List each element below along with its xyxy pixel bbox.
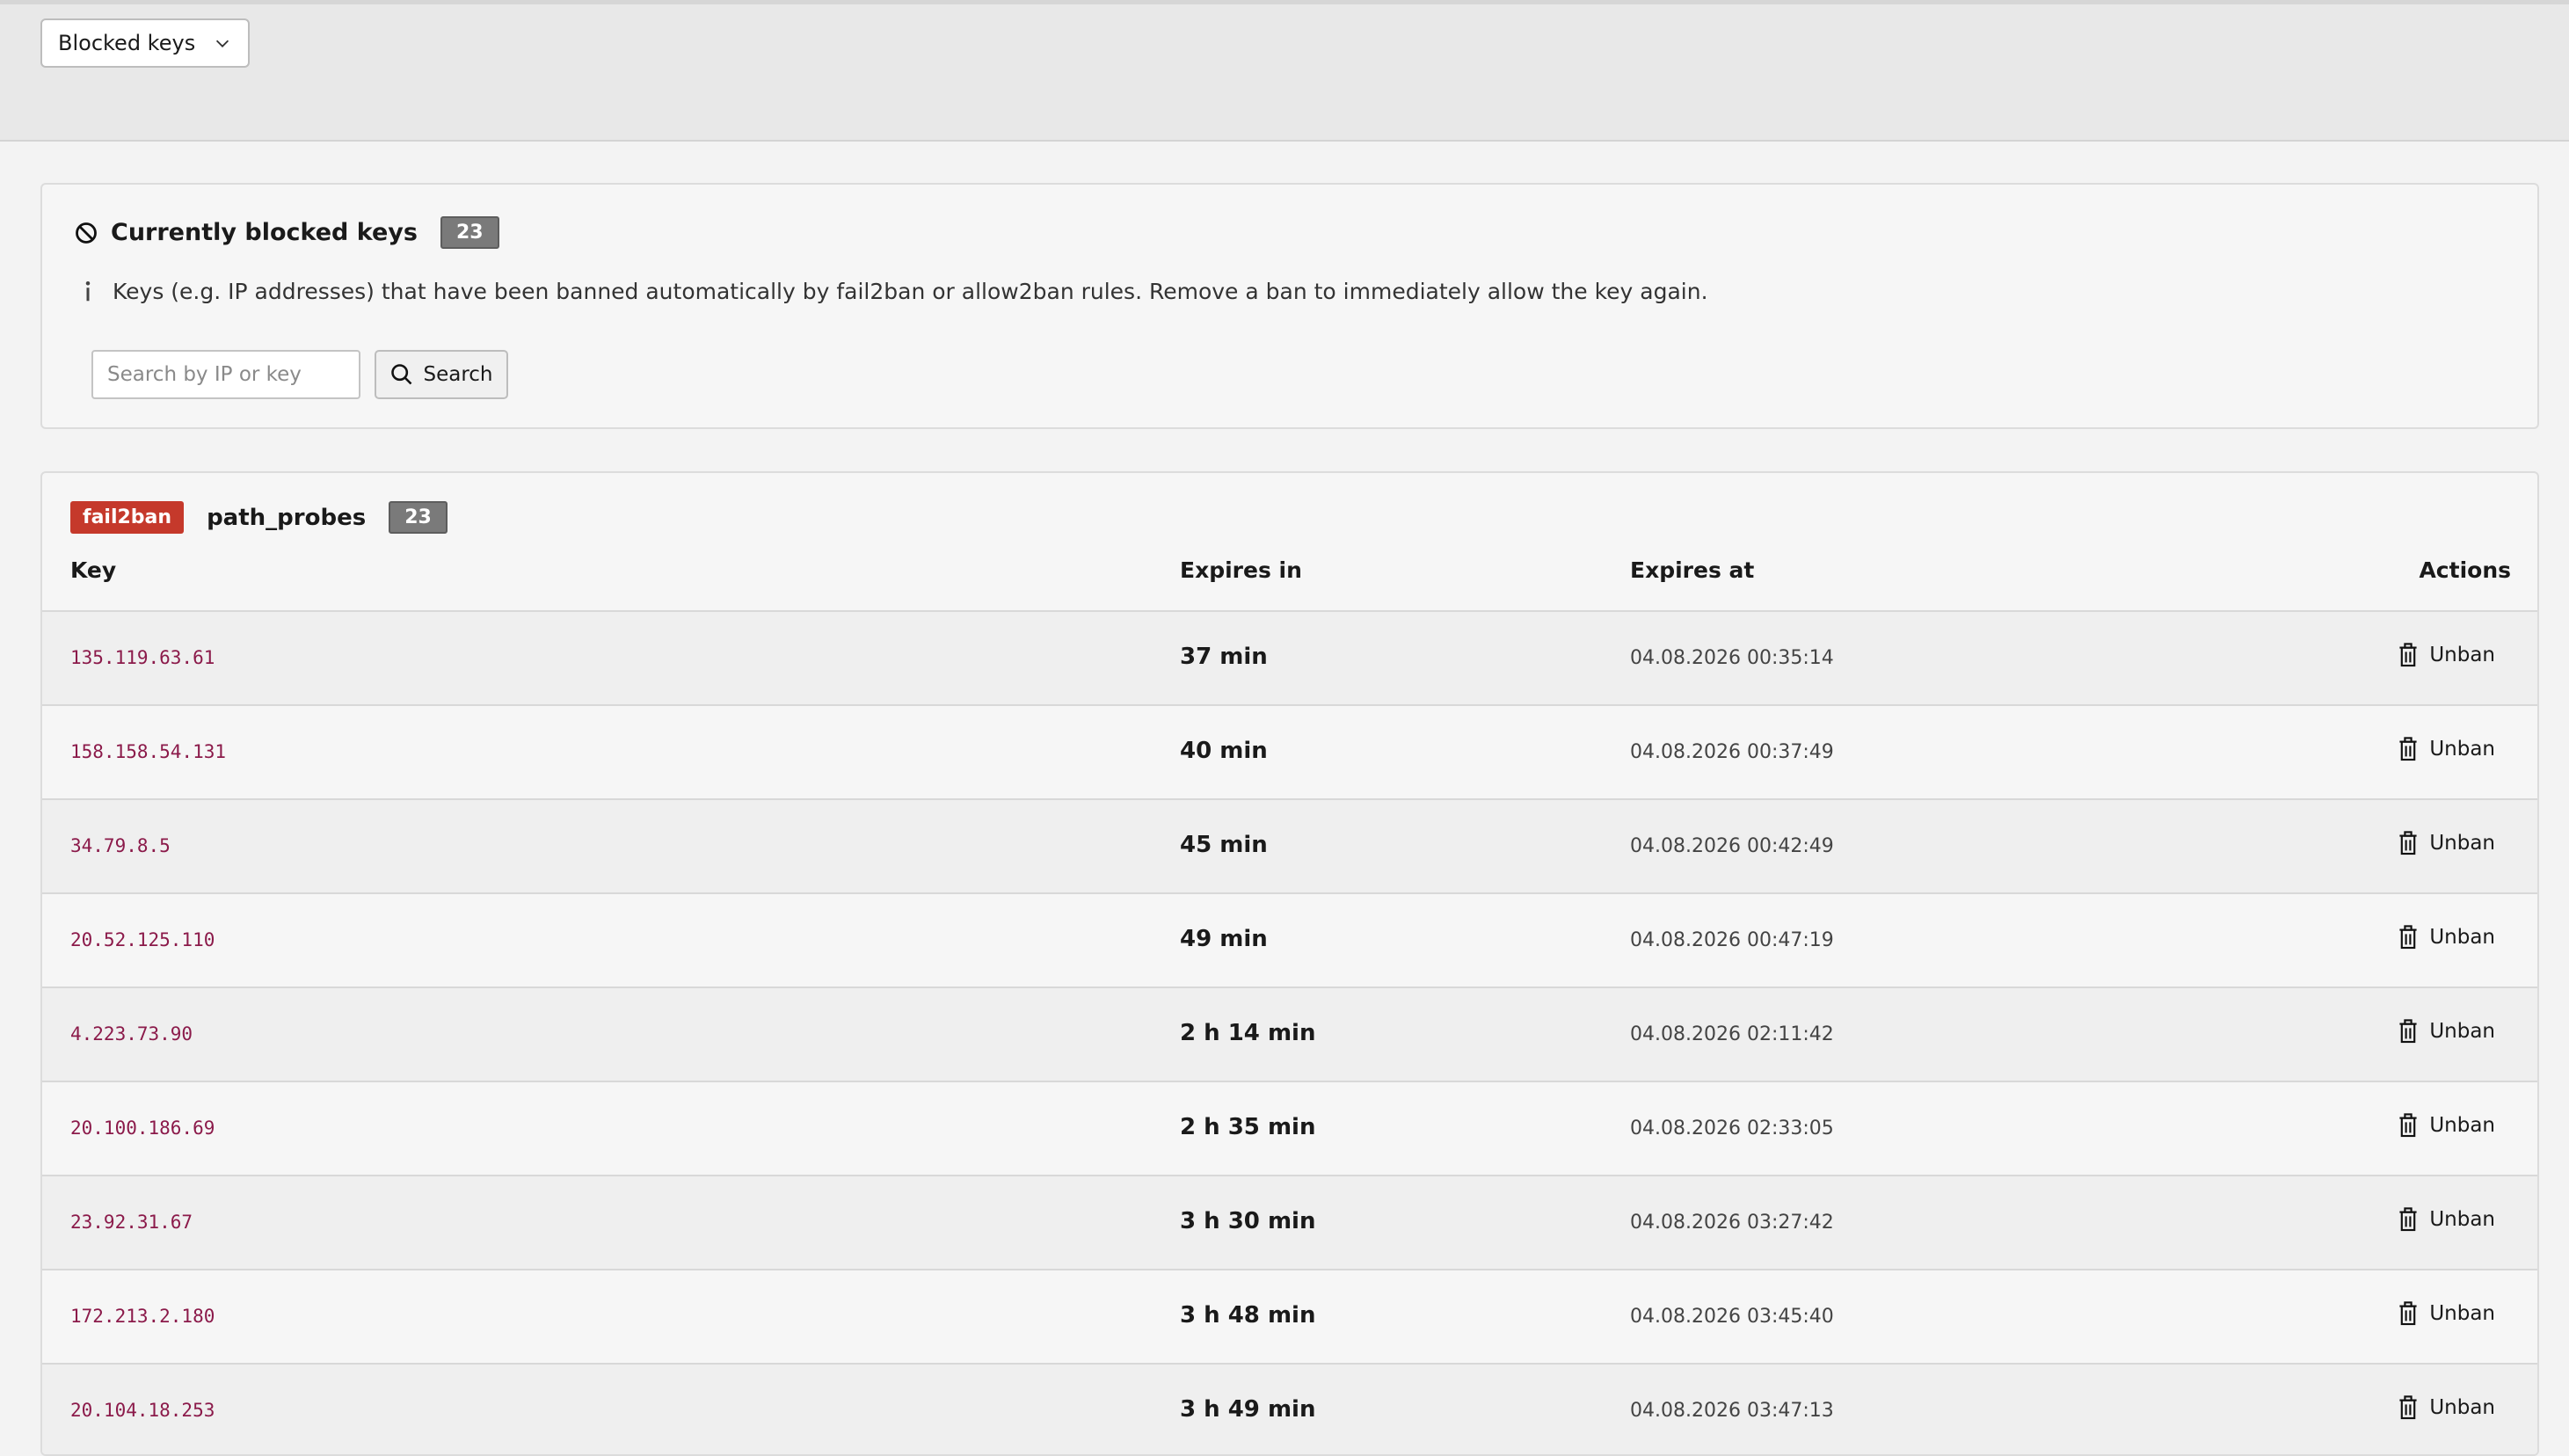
search-icon [391,364,412,385]
expires-in-cell: 2 h 14 min [1180,1020,1316,1046]
unban-button[interactable]: Unban [2398,1018,2495,1045]
trash-icon [2399,643,2417,667]
expires-at-cell: 04.08.2026 02:11:42 [1630,1023,1834,1045]
ban-icon [76,222,97,244]
panel-title: Currently blocked keys [111,219,418,246]
column-header-expires-in: Expires in [1180,557,1302,583]
column-header-expires-at: Expires at [1630,557,1755,583]
info-text: Keys (e.g. IP addresses) that have been … [113,278,1708,304]
trash-icon [2399,1019,2417,1044]
group-header: fail2ban path_probes 23 [70,501,448,534]
expires-in-cell: 40 min [1180,738,1268,764]
unban-label: Unban [2429,1396,2495,1419]
group-name: path_probes [207,504,367,531]
table-row: 34.79.8.5 45 min 04.08.2026 00:42:49 Unb… [42,800,2537,894]
unban-button[interactable]: Unban [2398,1112,2495,1139]
dropdown-label: Blocked keys [58,31,196,55]
table-row: 20.52.125.110 49 min 04.08.2026 00:47:19… [42,894,2537,988]
trash-icon [2399,1301,2417,1326]
key-cell: 20.104.18.253 [70,1400,215,1421]
key-cell: 172.213.2.180 [70,1306,215,1327]
expires-in-cell: 3 h 48 min [1180,1302,1316,1329]
group-count-badge: 23 [389,501,448,534]
unban-label: Unban [2429,1208,2495,1231]
info-text-row: Keys (e.g. IP addresses) that have been … [77,278,1708,304]
trash-icon [2399,1207,2417,1232]
chevron-down-icon [215,40,229,47]
unban-button[interactable]: Unban [2398,1394,2495,1421]
table-row: 4.223.73.90 2 h 14 min 04.08.2026 02:11:… [42,988,2537,1082]
panel-header: Currently blocked keys 23 [74,216,499,249]
blocked-keys-panel: Currently blocked keys 23 Keys (e.g. IP … [40,183,2539,429]
fail2ban-tag: fail2ban [70,501,185,534]
fail2ban-group-panel: fail2ban path_probes 23 Key Expires in E… [40,471,2539,1456]
search-input[interactable] [91,350,360,399]
unban-button[interactable]: Unban [2398,642,2495,668]
unban-label: Unban [2429,644,2495,666]
count-badge: 23 [440,216,499,249]
trash-icon [2399,925,2417,950]
unban-label: Unban [2429,1302,2495,1325]
unban-label: Unban [2429,926,2495,949]
column-header-actions: Actions [2419,557,2511,583]
blocked-keys-table: 135.119.63.61 37 min 04.08.2026 00:35:14… [42,610,2537,1454]
key-cell: 23.92.31.67 [70,1212,193,1233]
unban-label: Unban [2429,832,2495,855]
trash-icon [2399,831,2417,855]
table-row: 23.92.31.67 3 h 30 min 04.08.2026 03:27:… [42,1176,2537,1270]
expires-in-cell: 45 min [1180,832,1268,858]
search-button-label: Search [423,363,493,386]
unban-button[interactable]: Unban [2398,1300,2495,1327]
search-button[interactable]: Search [375,350,508,399]
expires-at-cell: 04.08.2026 00:47:19 [1630,929,1834,951]
table-row: 172.213.2.180 3 h 48 min 04.08.2026 03:4… [42,1270,2537,1365]
unban-label: Unban [2429,738,2495,761]
expires-at-cell: 04.08.2026 00:42:49 [1630,835,1834,857]
toolbar: Blocked keys [0,4,2569,142]
key-cell: 34.79.8.5 [70,835,171,856]
unban-button[interactable]: Unban [2398,924,2495,950]
expires-in-cell: 3 h 30 min [1180,1208,1316,1234]
unban-button[interactable]: Unban [2398,1206,2495,1233]
expires-at-cell: 04.08.2026 00:35:14 [1630,647,1834,669]
table-row: 135.119.63.61 37 min 04.08.2026 00:35:14… [42,612,2537,706]
expires-in-cell: 2 h 35 min [1180,1114,1316,1140]
trash-icon [2399,1113,2417,1138]
table-row: 20.104.18.253 3 h 49 min 04.08.2026 03:4… [42,1365,2537,1454]
expires-in-cell: 3 h 49 min [1180,1396,1316,1423]
table-row: 20.100.186.69 2 h 35 min 04.08.2026 02:3… [42,1082,2537,1176]
info-icon [85,281,91,302]
column-header-key: Key [70,557,117,583]
expires-at-cell: 04.08.2026 00:37:49 [1630,741,1834,763]
unban-label: Unban [2429,1020,2495,1043]
trash-icon [2399,737,2417,761]
expires-in-cell: 49 min [1180,926,1268,952]
table-row: 158.158.54.131 40 min 04.08.2026 00:37:4… [42,706,2537,800]
expires-at-cell: 04.08.2026 02:33:05 [1630,1117,1834,1139]
unban-button[interactable]: Unban [2398,830,2495,856]
key-cell: 135.119.63.61 [70,647,215,668]
trash-icon [2399,1395,2417,1420]
expires-at-cell: 04.08.2026 03:47:13 [1630,1400,1834,1422]
unban-button[interactable]: Unban [2398,736,2495,762]
expires-at-cell: 04.08.2026 03:27:42 [1630,1212,1834,1234]
key-cell: 20.100.186.69 [70,1117,215,1139]
expires-in-cell: 37 min [1180,644,1268,670]
key-cell: 158.158.54.131 [70,741,227,762]
key-cell: 20.52.125.110 [70,929,215,950]
expires-at-cell: 04.08.2026 03:45:40 [1630,1306,1834,1328]
view-select-dropdown[interactable]: Blocked keys [40,18,250,68]
key-cell: 4.223.73.90 [70,1023,193,1045]
unban-label: Unban [2429,1114,2495,1137]
